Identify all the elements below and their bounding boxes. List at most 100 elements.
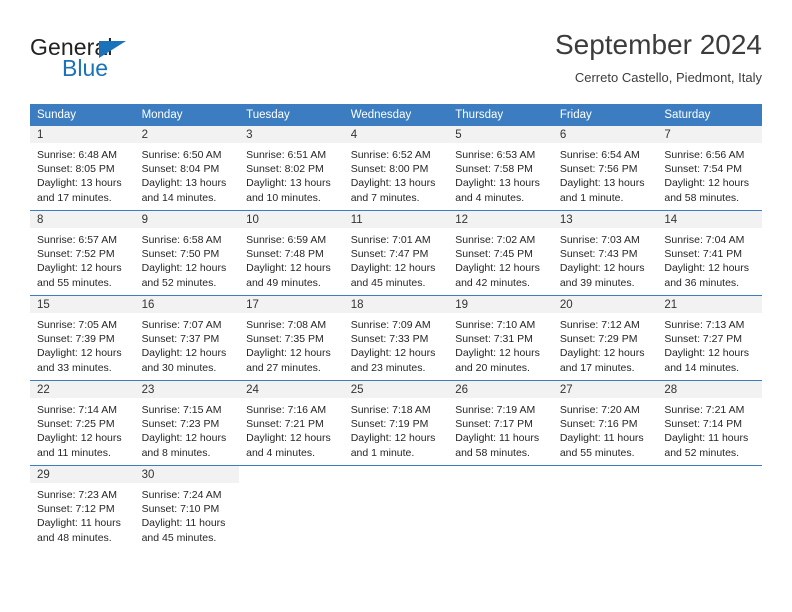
day-cell-inner: 20 Sunrise: 7:12 AM Sunset: 7:29 PM Dayligh…: [552, 296, 658, 380]
calendar-day-cell[interactable]: 22 Sunrise: 7:14 AM Sunset: 7:25 PM Dayligh…: [30, 380, 135, 466]
sunrise-time: Sunrise: 6:58 AM: [141, 234, 222, 246]
sunset-time: Sunset: 8:00 PM: [350, 163, 429, 176]
sunrise-time: Sunrise: 6:54 AM: [559, 149, 640, 161]
day-details: Sunrise: 6:58 AM Sunset: 7:50 PM Daylight:…: [135, 228, 240, 290]
daylight-duration-line2: and 14 minutes.: [664, 361, 740, 374]
sunrise-time: Sunrise: 6:51 AM: [246, 149, 327, 161]
daylight-duration-line2: and 39 minutes.: [559, 276, 635, 289]
daylight-duration-line1: Daylight: 12 hours: [37, 432, 122, 445]
day-details: Sunrise: 7:05 AM Sunset: 7:39 PM Daylight:…: [30, 313, 135, 375]
calendar-cell-empty: [343, 465, 449, 550]
sunrise-time: Sunrise: 7:15 AM: [141, 404, 222, 416]
weekday-header-thursday: Thursday: [448, 104, 553, 126]
calendar-day-cell[interactable]: 24 Sunrise: 7:16 AM Sunset: 7:21 PM Dayligh…: [239, 380, 344, 466]
day-number: 1: [30, 126, 135, 143]
daylight-duration-line2: and 27 minutes.: [246, 361, 321, 374]
day-cell-inner: 30 Sunrise: 7:24 AM Sunset: 7:10 PM Dayligh…: [134, 466, 240, 550]
sunset-time: Sunset: 7:14 PM: [664, 418, 743, 431]
daylight-duration-line2: and 14 minutes.: [141, 191, 217, 204]
daylight-duration-line2: and 1 minute.: [559, 191, 624, 204]
daylight-duration-line1: Daylight: 11 hours: [141, 517, 226, 530]
calendar-day-cell[interactable]: 21 Sunrise: 7:13 AM Sunset: 7:27 PM Dayligh…: [657, 295, 762, 381]
calendar-day-cell[interactable]: 20 Sunrise: 7:12 AM Sunset: 7:29 PM Dayligh…: [552, 295, 658, 381]
calendar-day-cell[interactable]: 19 Sunrise: 7:10 AM Sunset: 7:31 PM Dayligh…: [448, 295, 553, 381]
calendar-day-cell[interactable]: 4 Sunrise: 6:52 AM Sunset: 8:00 PM Daylight…: [343, 126, 449, 211]
daylight-duration-line1: Daylight: 12 hours: [350, 347, 436, 360]
day-cell-inner: 27 Sunrise: 7:20 AM Sunset: 7:16 PM Dayligh…: [552, 381, 658, 465]
day-cell-inner: 6 Sunrise: 6:54 AM Sunset: 7:56 PM Daylight…: [552, 126, 658, 210]
day-cell-inner: 21 Sunrise: 7:13 AM Sunset: 7:27 PM Dayligh…: [657, 296, 762, 380]
calendar-day-cell[interactable]: 8 Sunrise: 6:57 AM Sunset: 7:52 PM Daylight…: [30, 210, 135, 296]
day-details: Sunrise: 6:53 AM Sunset: 7:58 PM Daylight:…: [448, 143, 553, 205]
sunrise-time: Sunrise: 7:01 AM: [350, 234, 431, 246]
calendar-day-cell[interactable]: 27 Sunrise: 7:20 AM Sunset: 7:16 PM Dayligh…: [552, 380, 658, 466]
day-number: 26: [448, 381, 553, 398]
daylight-duration-line2: and 36 minutes.: [664, 276, 740, 289]
sunset-time: Sunset: 7:29 PM: [559, 333, 638, 346]
day-details: Sunrise: 7:21 AM Sunset: 7:14 PM Daylight:…: [657, 398, 762, 460]
weekday-header-tuesday: Tuesday: [239, 104, 344, 126]
sunrise-time: Sunrise: 7:05 AM: [37, 319, 117, 331]
daylight-duration-line1: Daylight: 11 hours: [37, 517, 121, 530]
day-cell-inner: 5 Sunrise: 6:53 AM Sunset: 7:58 PM Daylight…: [448, 126, 553, 210]
day-cell-inner: 23 Sunrise: 7:15 AM Sunset: 7:23 PM Dayligh…: [134, 381, 240, 465]
daylight-duration-line2: and 45 minutes.: [141, 531, 217, 544]
calendar-day-cell[interactable]: 15 Sunrise: 7:05 AM Sunset: 7:39 PM Dayligh…: [30, 295, 135, 381]
daylight-duration-line1: Daylight: 12 hours: [246, 432, 331, 445]
calendar-day-cell[interactable]: 23 Sunrise: 7:15 AM Sunset: 7:23 PM Dayligh…: [134, 380, 240, 466]
calendar-day-cell[interactable]: 1 Sunrise: 6:48 AM Sunset: 8:05 PM Daylight…: [30, 126, 135, 211]
daylight-duration-line1: Daylight: 12 hours: [141, 432, 227, 445]
calendar-day-cell[interactable]: 25 Sunrise: 7:18 AM Sunset: 7:19 PM Dayligh…: [343, 380, 449, 466]
day-number: 8: [30, 211, 135, 228]
daylight-duration-line2: and 1 minute.: [350, 446, 415, 459]
calendar-day-cell[interactable]: 2 Sunrise: 6:50 AM Sunset: 8:04 PM Daylight…: [134, 126, 240, 211]
calendar-day-cell[interactable]: 17 Sunrise: 7:08 AM Sunset: 7:35 PM Dayligh…: [239, 295, 344, 381]
calendar-week-row: 29 Sunrise: 7:23 AM Sunset: 7:12 PM Dayligh…: [30, 465, 762, 550]
daylight-duration-line1: Daylight: 13 hours: [350, 177, 436, 190]
day-details: Sunrise: 7:07 AM Sunset: 7:37 PM Daylight:…: [135, 313, 240, 375]
calendar-day-cell[interactable]: 30 Sunrise: 7:24 AM Sunset: 7:10 PM Dayligh…: [134, 465, 240, 550]
day-details: Sunrise: 7:04 AM Sunset: 7:41 PM Daylight:…: [657, 228, 762, 290]
day-cell-inner: 28 Sunrise: 7:21 AM Sunset: 7:14 PM Dayligh…: [657, 381, 762, 465]
calendar-day-cell[interactable]: 14 Sunrise: 7:04 AM Sunset: 7:41 PM Dayligh…: [657, 210, 762, 296]
day-details: Sunrise: 7:23 AM Sunset: 7:12 PM Daylight:…: [30, 483, 135, 545]
calendar-day-cell[interactable]: 13 Sunrise: 7:03 AM Sunset: 7:43 PM Dayligh…: [552, 210, 658, 296]
sunset-time: Sunset: 7:27 PM: [664, 333, 743, 346]
calendar-day-cell[interactable]: 3 Sunrise: 6:51 AM Sunset: 8:02 PM Daylight…: [239, 126, 344, 211]
day-number: 25: [343, 381, 449, 398]
calendar-page: General Blue September 2024 Cerreto Cast…: [0, 0, 792, 612]
calendar-day-cell[interactable]: 29 Sunrise: 7:23 AM Sunset: 7:12 PM Dayligh…: [30, 465, 135, 550]
day-number: 27: [552, 381, 658, 398]
daylight-duration-line1: Daylight: 12 hours: [246, 262, 331, 275]
brand-logo[interactable]: General Blue: [30, 34, 290, 90]
daylight-duration-line2: and 4 minutes.: [246, 446, 316, 459]
calendar-day-cell[interactable]: 7 Sunrise: 6:56 AM Sunset: 7:54 PM Daylight…: [657, 126, 762, 211]
calendar-day-cell[interactable]: 10 Sunrise: 6:59 AM Sunset: 7:48 PM Dayligh…: [239, 210, 344, 296]
sunrise-time: Sunrise: 6:50 AM: [141, 149, 222, 161]
sunset-time: Sunset: 7:39 PM: [37, 333, 115, 346]
calendar-day-cell[interactable]: 26 Sunrise: 7:19 AM Sunset: 7:17 PM Dayligh…: [448, 380, 553, 466]
calendar-day-cell[interactable]: 18 Sunrise: 7:09 AM Sunset: 7:33 PM Dayligh…: [343, 295, 449, 381]
calendar-day-cell[interactable]: 12 Sunrise: 7:02 AM Sunset: 7:45 PM Dayligh…: [448, 210, 553, 296]
calendar-day-cell[interactable]: 5 Sunrise: 6:53 AM Sunset: 7:58 PM Daylight…: [448, 126, 553, 211]
daylight-duration-line2: and 8 minutes.: [141, 446, 211, 459]
calendar-day-cell[interactable]: 11 Sunrise: 7:01 AM Sunset: 7:47 PM Dayligh…: [343, 210, 449, 296]
day-number: 15: [30, 296, 135, 313]
daylight-duration-line1: Daylight: 12 hours: [455, 262, 540, 275]
sunset-time: Sunset: 7:56 PM: [559, 163, 638, 176]
day-number: 7: [657, 126, 762, 143]
calendar-day-cell[interactable]: 9 Sunrise: 6:58 AM Sunset: 7:50 PM Daylight…: [134, 210, 240, 296]
daylight-duration-line1: Daylight: 12 hours: [246, 347, 331, 360]
calendar-day-cell[interactable]: 28 Sunrise: 7:21 AM Sunset: 7:14 PM Dayligh…: [657, 380, 762, 466]
day-details: Sunrise: 6:56 AM Sunset: 7:54 PM Daylight:…: [657, 143, 762, 205]
day-number: 4: [343, 126, 449, 143]
day-cell-inner: 10 Sunrise: 6:59 AM Sunset: 7:48 PM Dayligh…: [239, 211, 344, 295]
calendar-day-cell[interactable]: 16 Sunrise: 7:07 AM Sunset: 7:37 PM Dayligh…: [134, 295, 240, 381]
daylight-duration-line1: Daylight: 13 hours: [37, 177, 122, 190]
title-block: September 2024 Cerreto Castello, Piedmon…: [555, 28, 762, 88]
calendar-day-cell[interactable]: 6 Sunrise: 6:54 AM Sunset: 7:56 PM Daylight…: [552, 126, 658, 211]
day-cell-inner: 24 Sunrise: 7:16 AM Sunset: 7:21 PM Dayligh…: [239, 381, 344, 465]
day-details: Sunrise: 7:19 AM Sunset: 7:17 PM Daylight:…: [448, 398, 553, 460]
sunrise-time: Sunrise: 6:57 AM: [37, 234, 117, 246]
sunrise-time: Sunrise: 7:04 AM: [664, 234, 745, 246]
